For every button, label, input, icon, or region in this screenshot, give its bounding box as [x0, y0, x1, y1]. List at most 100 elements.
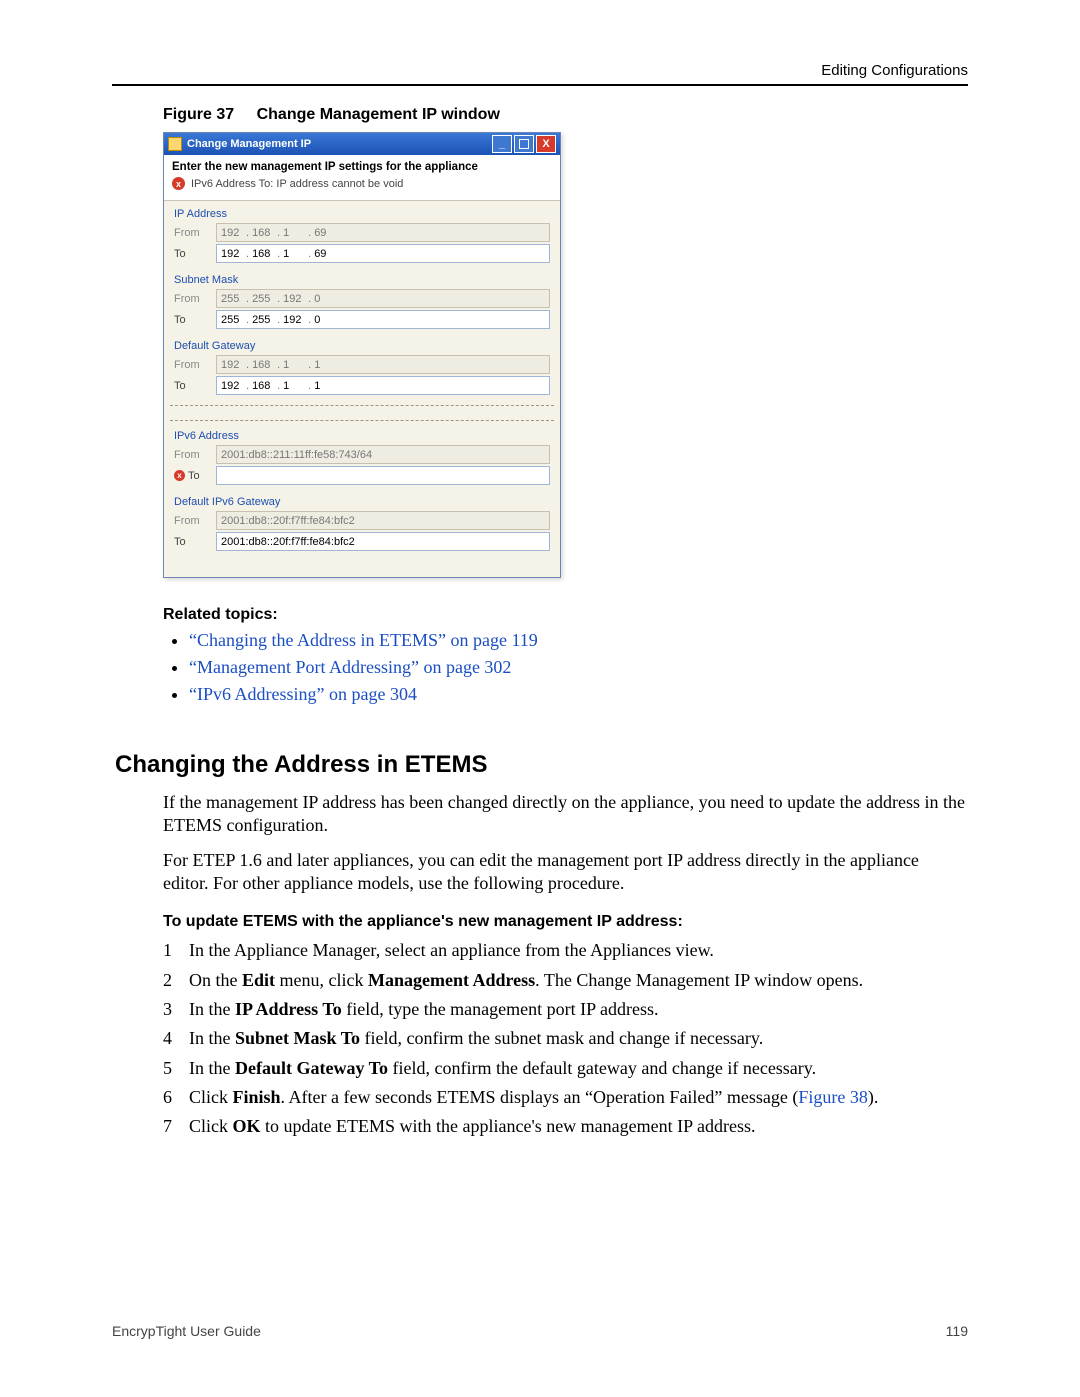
ip-from-oct2: 168	[252, 227, 274, 239]
procedure-heading: To update ETEMS with the appliance's new…	[163, 913, 968, 931]
running-header: Editing Configurations	[821, 62, 968, 79]
related-topics-list: “Changing the Address in ETEMS” on page …	[163, 630, 968, 705]
gw-from-oct3: 1	[283, 359, 305, 371]
close-button[interactable]: X	[536, 135, 556, 153]
page-number: 119	[946, 1323, 968, 1339]
ip-to-oct4[interactable]: 69	[314, 248, 336, 260]
step-text: menu, click	[275, 970, 368, 990]
step: Click OK to update ETEMS with the applia…	[163, 1115, 968, 1138]
step-text: On the	[189, 970, 242, 990]
error-icon: x	[174, 470, 185, 481]
torn-edge	[170, 405, 554, 421]
step-text: Click	[189, 1116, 233, 1136]
step-bold: OK	[233, 1116, 261, 1136]
ip-address-title: IP Address	[174, 208, 550, 220]
step-text: field, confirm the default gateway and c…	[388, 1058, 816, 1078]
gw-to-field[interactable]: 192. 168. 1. 1	[216, 376, 550, 395]
body-paragraph: If the management IP address has been ch…	[163, 791, 968, 837]
ipv6gw-from-field: 2001:db8::20f:f7ff:fe84:bfc2	[216, 511, 550, 530]
step-text: field, type the management port IP addre…	[342, 999, 659, 1019]
ipv6-from-field: 2001:db8::211:11ff:fe58:743/64	[216, 445, 550, 464]
titlebar[interactable]: Change Management IP _ X	[164, 133, 560, 155]
step: On the Edit menu, click Management Addre…	[163, 969, 968, 992]
step-bold: Edit	[242, 970, 275, 990]
ip-from-label: From	[174, 227, 216, 239]
body-paragraph: For ETEP 1.6 and later appliances, you c…	[163, 849, 968, 895]
step-text: . The Change Management IP window opens.	[535, 970, 863, 990]
window-header: Enter the new management IP settings for…	[164, 155, 560, 201]
mask-from-oct3: 192	[283, 293, 305, 305]
step: In the Subnet Mask To field, confirm the…	[163, 1027, 968, 1050]
mask-to-oct2[interactable]: 255	[252, 314, 274, 326]
ip-address-section: IP Address From 192. 168. 1. 69 To 192. …	[164, 201, 560, 267]
subnet-mask-section: Subnet Mask From 255. 255. 192. 0 To 255…	[164, 267, 560, 333]
ipv6gw-to-field[interactable]: 2001:db8::20f:f7ff:fe84:bfc2	[216, 532, 550, 551]
header-rule	[112, 84, 968, 86]
ip-to-label: To	[174, 248, 216, 260]
related-link: “IPv6 Addressing” on page 304	[189, 684, 968, 705]
step-text: In the	[189, 1058, 235, 1078]
step: Click Finish. After a few seconds ETEMS …	[163, 1086, 968, 1109]
mask-from-field: 255. 255. 192. 0	[216, 289, 550, 308]
gw-to-oct4[interactable]: 1	[314, 380, 336, 392]
gw-to-label: To	[174, 380, 216, 392]
related-topics-heading: Related topics:	[163, 606, 968, 624]
step-text: to update ETEMS with the appliance's new…	[261, 1116, 756, 1136]
mask-from-oct2: 255	[252, 293, 274, 305]
validation-error: x IPv6 Address To: IP address cannot be …	[172, 177, 552, 190]
step-text: In the	[189, 1028, 235, 1048]
mask-to-oct3[interactable]: 192	[283, 314, 305, 326]
ipv6gw-from-value: 2001:db8::20f:f7ff:fe84:bfc2	[221, 515, 355, 527]
gw-from-oct2: 168	[252, 359, 274, 371]
mask-to-field[interactable]: 255. 255. 192. 0	[216, 310, 550, 329]
mask-from-label: From	[174, 293, 216, 305]
step-text: ).	[868, 1087, 879, 1107]
ipv6-from-label: From	[174, 449, 216, 461]
app-icon	[168, 137, 182, 151]
gw-to-oct2[interactable]: 168	[252, 380, 274, 392]
step-text: field, confirm the subnet mask and chang…	[360, 1028, 763, 1048]
step-bold: Finish	[233, 1087, 281, 1107]
ipv6gw-to-value[interactable]: 2001:db8::20f:f7ff:fe84:bfc2	[221, 536, 355, 548]
ipv6-gateway-section: Default IPv6 Gateway From 2001:db8::20f:…	[164, 489, 560, 577]
step-text: Click	[189, 1087, 233, 1107]
default-gateway-section: Default Gateway From 192. 168. 1. 1 To 1…	[164, 333, 560, 399]
gw-to-oct1[interactable]: 192	[221, 380, 243, 392]
step: In the IP Address To field, type the man…	[163, 998, 968, 1021]
minimize-button[interactable]: _	[492, 135, 512, 153]
step: In the Appliance Manager, select an appl…	[163, 939, 968, 962]
gw-to-oct3[interactable]: 1	[283, 380, 305, 392]
mask-from-oct1: 255	[221, 293, 243, 305]
step-bold: Management Address	[368, 970, 535, 990]
gw-from-oct4: 1	[314, 359, 336, 371]
ip-from-field: 192. 168. 1. 69	[216, 223, 550, 242]
figure-title: Change Management IP window	[257, 106, 500, 123]
ip-to-oct3[interactable]: 1	[283, 248, 305, 260]
figure-xref[interactable]: Figure 38	[798, 1087, 868, 1107]
ipv6gw-to-label: To	[174, 536, 216, 548]
maximize-button[interactable]	[514, 135, 534, 153]
link-ipv6-addressing[interactable]: “IPv6 Addressing” on page 304	[189, 684, 417, 704]
link-changing-address[interactable]: “Changing the Address in ETEMS” on page …	[189, 630, 538, 650]
mask-to-oct4[interactable]: 0	[314, 314, 336, 326]
ipv6-to-field[interactable]	[216, 466, 550, 485]
ip-from-oct3: 1	[283, 227, 305, 239]
ipv6-gateway-title: Default IPv6 Gateway	[174, 496, 550, 508]
ipv6-address-title: IPv6 Address	[174, 430, 550, 442]
ipv6-address-section: IPv6 Address From 2001:db8::211:11ff:fe5…	[164, 423, 560, 489]
step-text: In the Appliance Manager, select an appl…	[189, 940, 714, 960]
ip-to-oct2[interactable]: 168	[252, 248, 274, 260]
mask-to-label: To	[174, 314, 216, 326]
ip-to-field[interactable]: 192. 168. 1. 69	[216, 244, 550, 263]
ipv6-to-label: x To	[174, 470, 216, 482]
ip-to-oct1[interactable]: 192	[221, 248, 243, 260]
error-text: IPv6 Address To: IP address cannot be vo…	[191, 178, 403, 190]
mask-to-oct1[interactable]: 255	[221, 314, 243, 326]
error-icon: x	[172, 177, 185, 190]
ip-from-oct1: 192	[221, 227, 243, 239]
ipv6-from-value: 2001:db8::211:11ff:fe58:743/64	[221, 449, 372, 461]
link-management-port-addressing[interactable]: “Management Port Addressing” on page 302	[189, 657, 511, 677]
window-title: Change Management IP	[187, 138, 311, 150]
footer-title: EncrypTight User Guide	[112, 1323, 261, 1339]
related-link: “Management Port Addressing” on page 302	[189, 657, 968, 678]
